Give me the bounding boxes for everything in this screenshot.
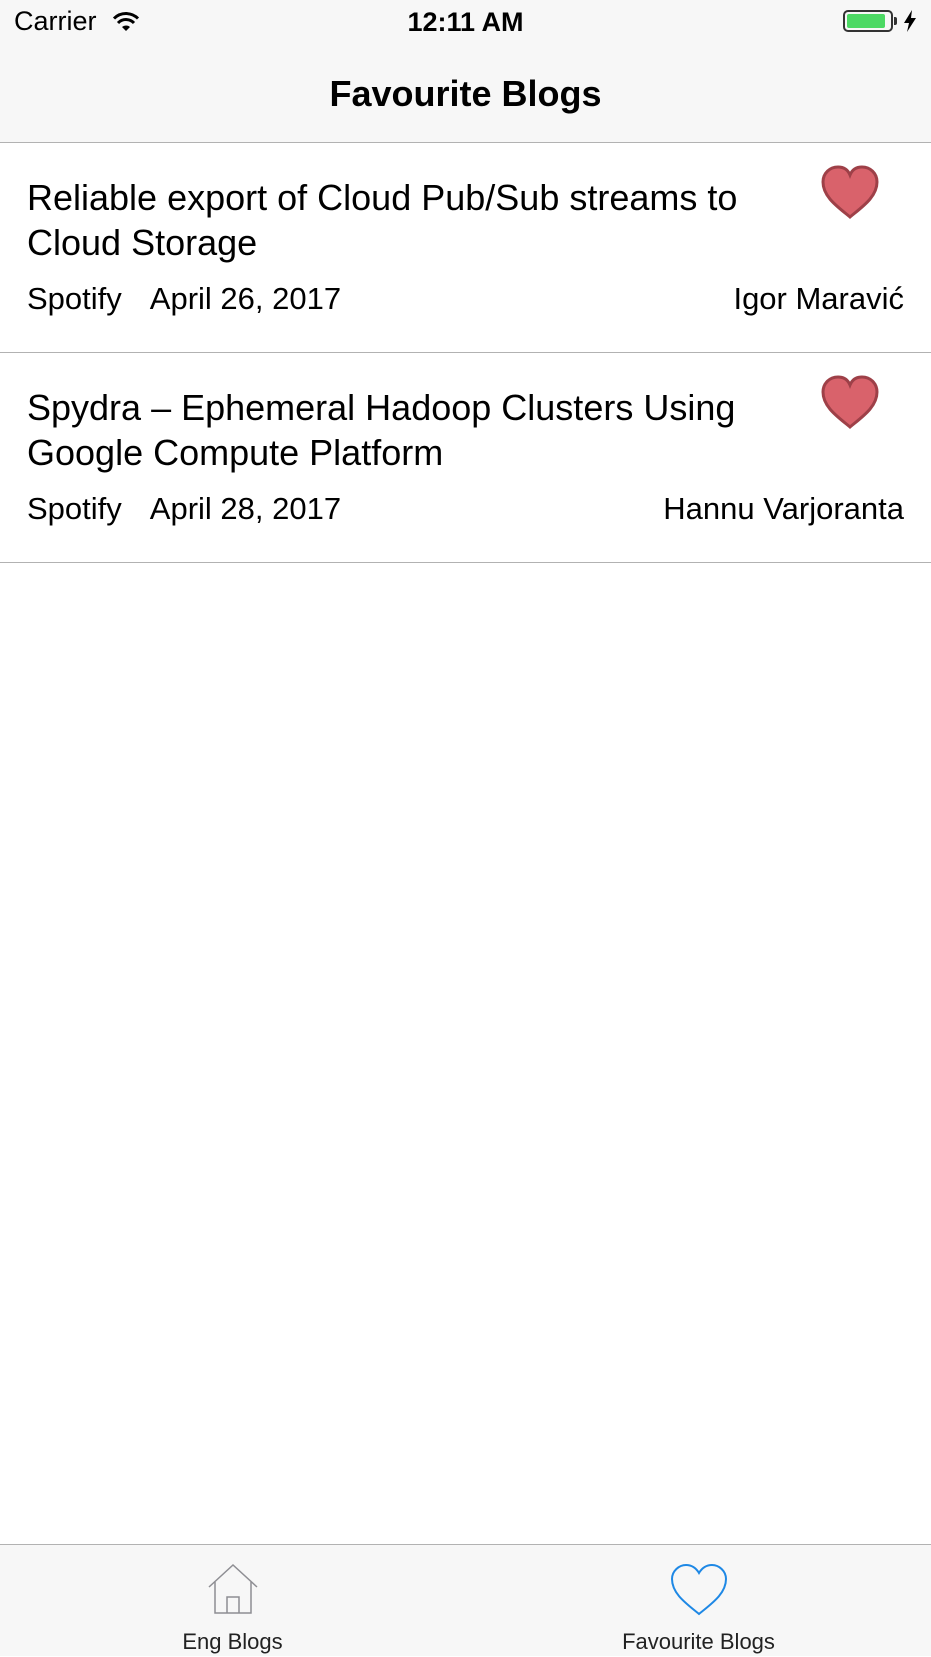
blog-title: Spydra – Ephemeral Hadoop Clusters Using… bbox=[27, 387, 736, 473]
battery-fill bbox=[847, 14, 885, 28]
charging-bolt-icon bbox=[904, 10, 916, 32]
blog-date: April 26, 2017 bbox=[149, 281, 342, 316]
blog-author: Hannu Varjoranta bbox=[663, 491, 904, 526]
tab-bar: Eng Blogs Favourite Blogs bbox=[0, 1544, 931, 1656]
favourite-heart-icon[interactable] bbox=[820, 375, 880, 431]
battery-icon bbox=[843, 10, 893, 32]
blog-title: Reliable export of Cloud Pub/Sub streams… bbox=[27, 177, 738, 263]
status-bar: Carrier 12:11 AM bbox=[0, 0, 931, 46]
blog-row[interactable]: Reliable export of Cloud Pub/Sub streams… bbox=[0, 143, 931, 353]
blog-author: Igor Maravić bbox=[733, 281, 904, 316]
status-time: 12:11 AM bbox=[407, 7, 524, 37]
blog-row[interactable]: Spydra – Ephemeral Hadoop Clusters Using… bbox=[0, 353, 931, 563]
blog-meta: Spotify April 26, 2017 Igor Maravić bbox=[27, 281, 904, 317]
tab-label: Favourite Blogs bbox=[622, 1629, 775, 1654]
tab-label: Eng Blogs bbox=[182, 1629, 283, 1654]
blog-meta: Spotify April 28, 2017 Hannu Varjoranta bbox=[27, 491, 904, 527]
blog-source: Spotify bbox=[27, 491, 122, 526]
favourite-heart-icon[interactable] bbox=[820, 165, 880, 221]
blog-source: Spotify bbox=[27, 281, 122, 316]
house-icon bbox=[207, 1563, 258, 1614]
tab-eng-blogs[interactable]: Eng Blogs bbox=[0, 1545, 465, 1657]
blog-date: April 28, 2017 bbox=[149, 491, 342, 526]
tab-favourite-blogs[interactable]: Favourite Blogs bbox=[466, 1545, 931, 1657]
battery-indicator bbox=[843, 10, 917, 32]
favourite-blog-list: Reliable export of Cloud Pub/Sub streams… bbox=[0, 143, 931, 563]
heart-outline-icon bbox=[670, 1563, 727, 1616]
navigation-bar: Favourite Blogs bbox=[0, 46, 931, 143]
page-title: Favourite Blogs bbox=[329, 73, 602, 114]
